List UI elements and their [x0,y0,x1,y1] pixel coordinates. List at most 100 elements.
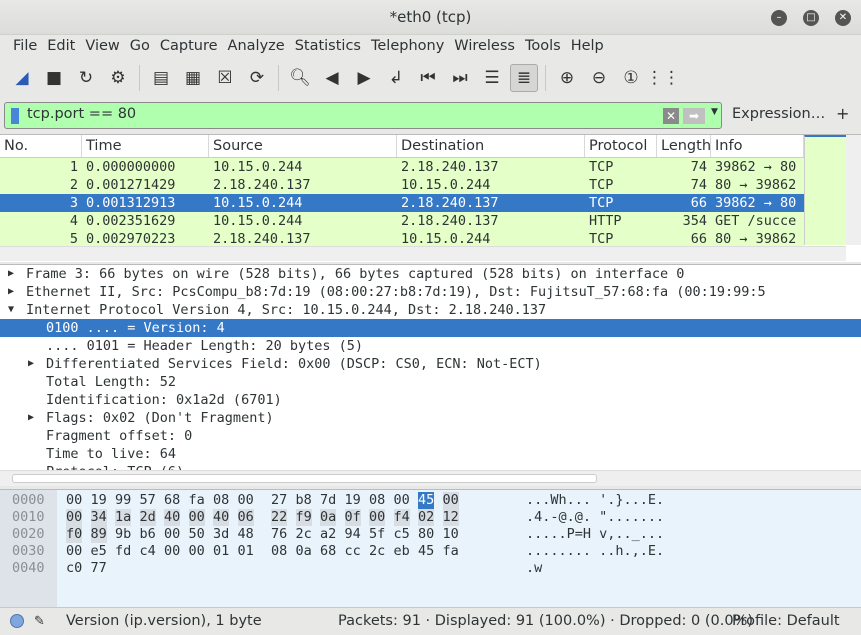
hex-byte[interactable]: 02 [418,509,435,526]
detail-tree-item[interactable]: Total Length: 52 [0,373,861,391]
packet-row[interactable]: 1 0.000000000 10.15.0.244 2.18.240.137 TCP 74… [0,158,804,176]
menu-wireless[interactable]: Wireless [449,35,520,59]
hex-byte[interactable]: a2 [320,526,336,543]
hex-byte[interactable]: e5 [91,543,107,560]
detail-tree-item[interactable]: ▼ Internet Protocol Version 4, Src: 10.15… [0,301,861,319]
hex-byte[interactable]: 19 [91,492,107,509]
packet-row[interactable]: 4 0.002351629 10.15.0.244 2.18.240.137 HTTP 3… [0,212,804,230]
ascii-dump[interactable]: ...Wh... '.}...E. [526,492,664,509]
hex-byte[interactable]: 00 [369,509,386,526]
open-file-icon[interactable]: ▤ [147,64,175,92]
hex-byte[interactable]: 2d [139,509,156,526]
column-header-length[interactable]: Length [657,135,711,157]
hex-byte[interactable]: 00 [66,492,82,509]
detail-tree-item[interactable]: ▶ Differentiated Services Field: 0x00 (DS… [0,355,861,373]
packet-list-hscrollbar[interactable] [0,246,846,261]
colorize-icon[interactable]: ≣ [510,64,538,92]
hex-byte[interactable]: cc [345,543,361,560]
ascii-dump[interactable]: .4.-@.@. "....... [526,509,664,526]
hex-byte[interactable]: 00 [189,543,205,560]
hex-byte[interactable]: 00 [164,526,180,543]
hex-byte[interactable]: 06 [237,509,254,526]
menu-capture[interactable]: Capture [155,35,223,59]
hex-byte[interactable]: 77 [91,560,107,577]
hex-byte[interactable]: 48 [238,526,254,543]
hex-byte[interactable]: c4 [140,543,156,560]
save-file-icon[interactable]: ▦ [179,64,207,92]
menu-tools[interactable]: Tools [520,35,566,59]
hex-byte[interactable]: 9b [115,526,131,543]
hex-byte[interactable]: 08 [213,492,229,509]
detail-tree-item[interactable]: Fragment offset: 0 [0,427,861,445]
hex-byte[interactable]: eb [394,543,410,560]
hex-byte[interactable]: 7d [320,492,336,509]
hex-byte[interactable]: 00 [66,509,83,526]
hex-byte[interactable]: fa [189,492,205,509]
detail-tree-item[interactable]: Time to live: 64 [0,445,861,463]
hex-byte[interactable]: 00 [164,543,180,560]
autoscroll-icon[interactable]: ☰ [478,64,506,92]
ascii-dump[interactable]: .....P=H v,.._... [526,526,664,543]
detail-tree-item[interactable]: .... 0101 = Header Length: 20 bytes (5) [0,337,861,355]
hex-byte[interactable]: 0a [320,509,337,526]
hex-byte[interactable]: 76 [271,526,287,543]
filter-value[interactable]: tcp.port == 80 [27,106,136,122]
hex-byte[interactable]: 0a [296,543,312,560]
menu-help[interactable]: Help [566,35,609,59]
add-filter-button[interactable]: + [836,104,849,123]
back-icon[interactable]: ◀ [318,64,346,92]
hex-byte[interactable]: 45 [418,543,434,560]
apply-filter-icon[interactable]: ➡ [683,108,705,124]
hex-byte[interactable]: 3d [213,526,229,543]
detail-tree-item[interactable]: Identification: 0x1a2d (6701) [0,391,861,409]
hex-byte[interactable]: fa [443,543,459,560]
column-header-time[interactable]: Time [82,135,209,157]
hex-byte[interactable]: f4 [393,509,410,526]
shark-fin-start-icon[interactable]: ◢ [8,64,36,92]
hex-byte[interactable]: 00 [442,492,459,509]
detail-tree-item[interactable]: Protocol: TCP (6) [0,463,861,470]
column-header-no[interactable]: No. [0,135,82,157]
hex-byte[interactable]: 22 [271,509,288,526]
hex-byte[interactable]: 27 [271,492,287,509]
filter-history-dropdown-icon[interactable]: ▼ [711,107,718,117]
hex-byte[interactable]: 2c [296,526,312,543]
hex-byte[interactable]: f0 [66,526,83,543]
forward-icon[interactable]: ▶ [350,64,378,92]
hex-byte[interactable]: 08 [271,543,287,560]
resize-columns-icon[interactable]: ⋮⋮ [646,64,680,92]
collapsed-arrow-icon[interactable]: ▶ [8,283,14,301]
menu-telephony[interactable]: Telephony [366,35,449,59]
detail-tree-item[interactable]: ▶ Flags: 0x02 (Don't Fragment) [0,409,861,427]
hex-byte[interactable]: 68 [164,492,180,509]
find-icon[interactable]: 🔍︎ [286,64,314,92]
hex-byte[interactable]: 08 [369,492,385,509]
stop-icon[interactable]: ■ [40,64,68,92]
collapsed-arrow-icon[interactable]: ▶ [28,409,34,427]
details-hscrollbar[interactable] [0,470,861,486]
goto-packet-icon[interactable]: ↲ [382,64,410,92]
hex-byte[interactable]: 12 [442,509,459,526]
menu-analyze[interactable]: Analyze [223,35,290,59]
normal-size-icon[interactable]: ① [617,64,645,92]
hex-byte[interactable]: 80 [418,526,434,543]
close-icon[interactable]: ✕ [835,10,851,26]
close-file-icon[interactable]: ☒ [211,64,239,92]
menu-edit[interactable]: Edit [42,35,80,59]
hex-byte[interactable]: 45 [418,492,435,509]
collapsed-arrow-icon[interactable]: ▶ [8,265,14,283]
hex-byte[interactable]: c5 [394,526,410,543]
hex-byte[interactable]: b6 [140,526,156,543]
menu-view[interactable]: View [80,35,124,59]
menu-go[interactable]: Go [125,35,155,59]
hex-byte[interactable]: b8 [296,492,312,509]
hex-byte[interactable]: 89 [90,526,107,543]
hex-byte[interactable]: 40 [164,509,181,526]
hex-byte[interactable]: 00 [394,492,410,509]
hex-byte[interactable]: 01 [238,543,254,560]
column-header-source[interactable]: Source [209,135,397,157]
options-gear-icon[interactable]: ⚙ [104,64,132,92]
menu-file[interactable]: File [8,35,42,59]
packet-row[interactable]: 2 0.001271429 2.18.240.137 10.15.0.244 TCP 74… [0,176,804,194]
packet-row[interactable]: 3 0.001312913 10.15.0.244 2.18.240.137 TCP 66… [0,194,804,212]
